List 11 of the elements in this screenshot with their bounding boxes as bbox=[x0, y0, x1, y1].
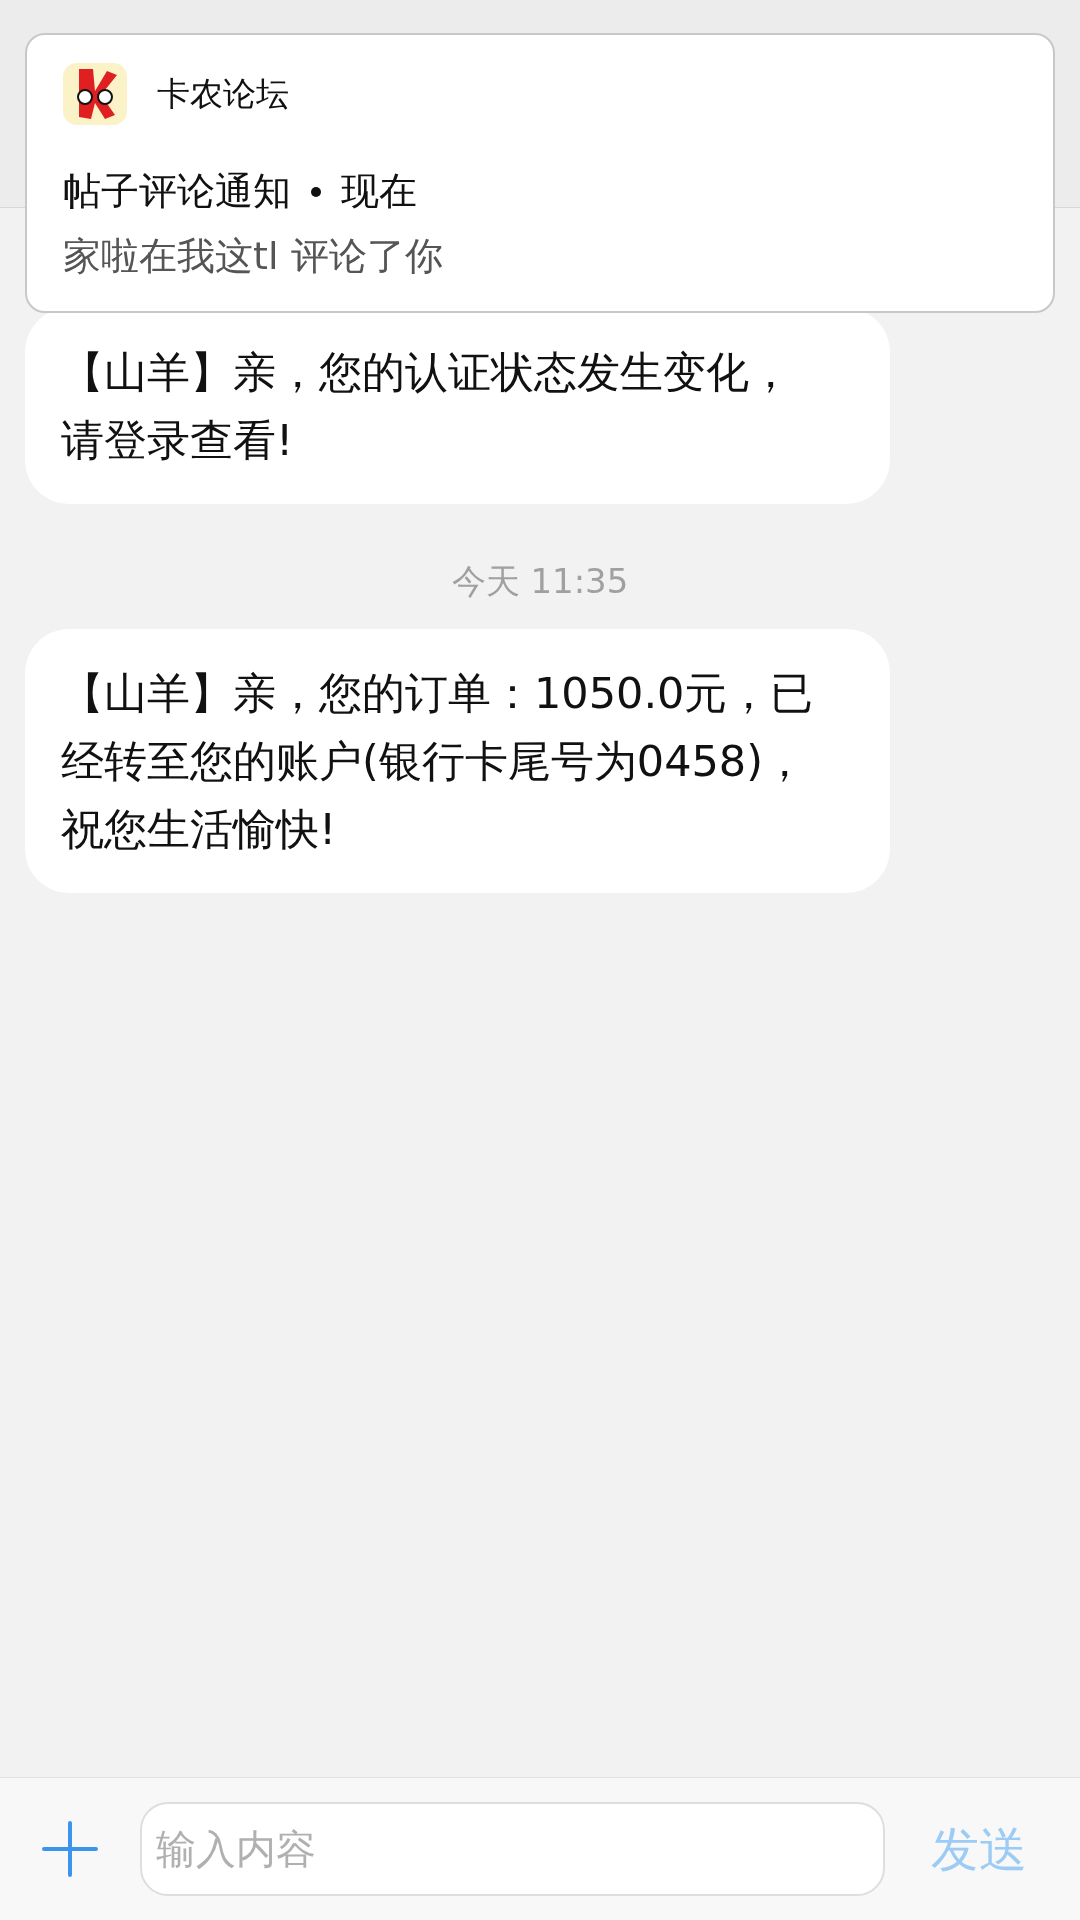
app-name: 卡农论坛 bbox=[157, 73, 289, 116]
app-icon bbox=[63, 63, 127, 125]
bullet-icon bbox=[311, 186, 321, 197]
notification-time: 现在 bbox=[341, 168, 417, 215]
notification-title: 帖子评论通知 bbox=[63, 168, 291, 215]
add-icon[interactable] bbox=[42, 1821, 98, 1877]
message-bubble: 【山羊】亲，您的订单：1050.0元，已经转至您的账户(银行卡尾号为0458)，祝您生活愉快! bbox=[25, 629, 890, 893]
message-input[interactable]: 输入内容 bbox=[140, 1802, 885, 1896]
notification-banner[interactable]: 卡农论坛 帖子评论通知 现在 家啦在我这tl 评论了你 bbox=[25, 33, 1055, 313]
notification-body: 家啦在我这tl 评论了你 bbox=[63, 233, 443, 280]
message-time: 今天 11:35 bbox=[451, 560, 629, 603]
